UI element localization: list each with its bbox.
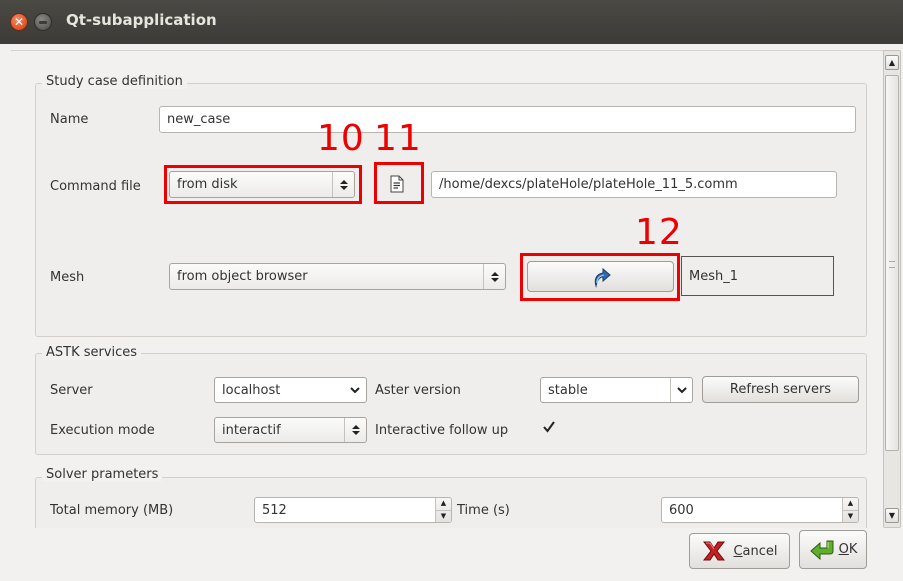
dialog-content: Study case definition Name new_case Comm… xyxy=(7,44,903,581)
server-value: localhost xyxy=(222,382,281,398)
spin-arrows-icon[interactable]: ▲ ▼ xyxy=(842,498,858,522)
server-combo[interactable]: localhost xyxy=(214,377,367,403)
annotation-label-12: 12 xyxy=(635,212,683,253)
vertical-scrollbar[interactable]: ▲ ▼ xyxy=(883,50,901,528)
astk-services-group xyxy=(35,353,867,455)
ok-label: OK xyxy=(838,542,858,557)
cancel-label: Cancel xyxy=(733,543,778,559)
server-label: Server xyxy=(50,383,93,398)
window-title: Qt-subapplication xyxy=(66,11,217,29)
scroll-area: Study case definition Name new_case Comm… xyxy=(11,50,884,528)
refresh-servers-button[interactable]: Refresh servers xyxy=(702,376,859,403)
scroll-down-icon[interactable]: ▼ xyxy=(885,508,899,523)
execution-mode-label: Execution mode xyxy=(50,423,155,438)
total-memory-value: 512 xyxy=(262,502,287,518)
aster-version-value: stable xyxy=(548,382,588,398)
total-memory-label: Total memory (MB) xyxy=(50,503,174,518)
minimize-window-button[interactable] xyxy=(34,13,52,31)
scroll-up-icon[interactable]: ▲ xyxy=(885,55,899,70)
mesh-source-combo[interactable]: from object browser xyxy=(169,263,506,290)
chevron-down-icon xyxy=(344,378,366,402)
name-input[interactable]: new_case xyxy=(159,106,856,133)
annotation-box-11 xyxy=(374,162,424,204)
interactive-follow-up-checkbox[interactable] xyxy=(542,420,556,434)
spin-arrows-icon[interactable]: ▲ ▼ xyxy=(435,498,451,522)
updown-arrows-icon xyxy=(483,264,505,289)
mesh-source-value: from object browser xyxy=(177,269,308,284)
aster-version-combo[interactable]: stable xyxy=(540,377,693,403)
command-file-label: Command file xyxy=(50,179,141,194)
solver-parameters-group-title: Solver prameters xyxy=(42,467,163,482)
total-memory-spinbox[interactable]: 512 ▲ ▼ xyxy=(254,497,452,523)
execution-mode-combo[interactable]: interactif xyxy=(214,417,367,443)
close-window-button[interactable]: ✕ xyxy=(10,13,28,31)
checkmark-icon xyxy=(543,421,555,433)
scrollbar-thumb[interactable] xyxy=(885,75,899,451)
time-label: Time (s) xyxy=(457,503,510,518)
cancel-button[interactable]: Cancel xyxy=(689,533,790,569)
mesh-label: Mesh xyxy=(50,270,85,285)
annotation-box-10 xyxy=(164,165,362,204)
aster-version-label: Aster version xyxy=(375,383,461,398)
title-bar: ✕ Qt-subapplication xyxy=(0,0,903,44)
command-file-path[interactable]: /home/dexcs/plateHole/plateHole_11_5.com… xyxy=(431,171,837,198)
study-case-group-title: Study case definition xyxy=(42,74,187,89)
updown-arrows-icon xyxy=(344,418,366,442)
chevron-down-icon xyxy=(670,378,692,402)
time-spinbox[interactable]: 600 ▲ ▼ xyxy=(661,497,859,523)
green-return-arrow-icon xyxy=(809,540,834,560)
interactive-follow-up-label: Interactive follow up xyxy=(375,423,509,438)
time-value: 600 xyxy=(669,502,694,518)
name-label: Name xyxy=(50,112,89,127)
annotation-label-10: 10 xyxy=(317,118,365,159)
astk-services-group-title: ASTK services xyxy=(42,345,142,360)
red-x-icon xyxy=(703,541,726,561)
annotation-label-11: 11 xyxy=(374,118,422,159)
ok-button[interactable]: OK xyxy=(799,530,867,569)
mesh-name-field: Mesh_1 xyxy=(681,256,834,296)
annotation-box-12 xyxy=(520,253,680,301)
execution-mode-value: interactif xyxy=(222,422,281,438)
